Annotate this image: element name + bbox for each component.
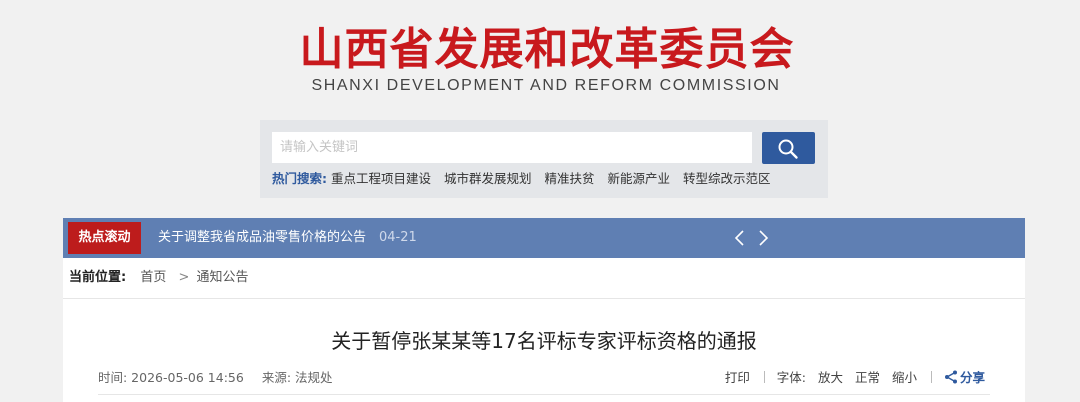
hot-search-item[interactable]: 新能源产业 bbox=[607, 171, 670, 186]
breadcrumb-label: 当前位置: bbox=[69, 270, 127, 285]
share-icon bbox=[944, 370, 957, 384]
hot-search-item[interactable]: 重点工程项目建设 bbox=[331, 171, 431, 186]
print-button[interactable]: 打印 bbox=[725, 370, 750, 385]
ticker-badge: 热点滚动 bbox=[68, 222, 141, 254]
site-header: 山西省发展和改革委员会 SHANXI DEVELOPMENT AND REFOR… bbox=[0, 0, 1080, 215]
divider bbox=[98, 394, 990, 395]
article-meta: 时间: 2026-05-06 14:56 来源: 法规处 bbox=[98, 368, 347, 388]
ticker-controls bbox=[731, 229, 772, 251]
ticker-date: 04-21 bbox=[379, 230, 417, 245]
breadcrumb-current-link[interactable]: 通知公告 bbox=[197, 270, 249, 285]
divider bbox=[931, 371, 932, 383]
divider bbox=[63, 298, 1025, 299]
ticker-next-button[interactable] bbox=[754, 229, 772, 247]
hot-search-item[interactable]: 精准扶贫 bbox=[544, 171, 594, 186]
news-ticker: 热点滚动 关于调整我省成品油零售价格的公告 04-21 bbox=[63, 218, 1025, 258]
chevron-right-icon bbox=[759, 230, 769, 246]
share-button[interactable]: 分享 bbox=[944, 370, 985, 385]
hot-search-item[interactable]: 城市群发展规划 bbox=[444, 171, 532, 186]
article-container: 当前位置: 首页 > 通知公告 关于暂停张某某等17名评标专家评标资格的通报 时… bbox=[63, 258, 1025, 402]
article-title: 关于暂停张某某等17名评标专家评标资格的通报 bbox=[331, 329, 757, 353]
site-logo-en: SHANXI DEVELOPMENT AND REFORM COMMISSION bbox=[311, 77, 781, 94]
article-time: 时间: 2026-05-06 14:56 bbox=[98, 370, 244, 385]
divider bbox=[763, 371, 765, 383]
breadcrumb-separator: > bbox=[178, 270, 190, 285]
breadcrumb-home-link[interactable]: 首页 bbox=[140, 270, 166, 285]
search-icon bbox=[778, 139, 798, 159]
hot-search-list: 热门搜索: 重点工程项目建设 城市群发展规划 精准扶贫 新能源产业 转型综改示范… bbox=[272, 170, 780, 188]
search-panel: 热门搜索: 重点工程项目建设 城市群发展规划 精准扶贫 新能源产业 转型综改示范… bbox=[260, 120, 828, 198]
search-button[interactable] bbox=[762, 132, 815, 164]
search-input[interactable] bbox=[272, 132, 752, 163]
article-source: 来源: 法规处 bbox=[261, 370, 333, 385]
font-small-button[interactable]: 缩小 bbox=[892, 370, 917, 385]
hot-search-item[interactable]: 转型综改示范区 bbox=[683, 171, 771, 186]
site-logo-cn[interactable]: 山西省发展和改革委员会 bbox=[0, 22, 1080, 78]
font-normal-button[interactable]: 正常 bbox=[855, 370, 880, 385]
font-size-label: 字体: bbox=[776, 370, 807, 385]
hot-search-label: 热门搜索: bbox=[272, 171, 327, 186]
font-large-button[interactable]: 放大 bbox=[818, 370, 843, 385]
breadcrumb: 当前位置: 首页 > 通知公告 bbox=[69, 258, 249, 298]
article-tools: 打印 字体: 放大 正常 缩小 分享 bbox=[717, 368, 985, 388]
chevron-left-icon bbox=[734, 230, 744, 246]
share-label: 分享 bbox=[959, 370, 985, 385]
ticker-prev-button[interactable] bbox=[731, 229, 749, 247]
ticker-headline-link[interactable]: 关于调整我省成品油零售价格的公告 bbox=[158, 218, 366, 258]
